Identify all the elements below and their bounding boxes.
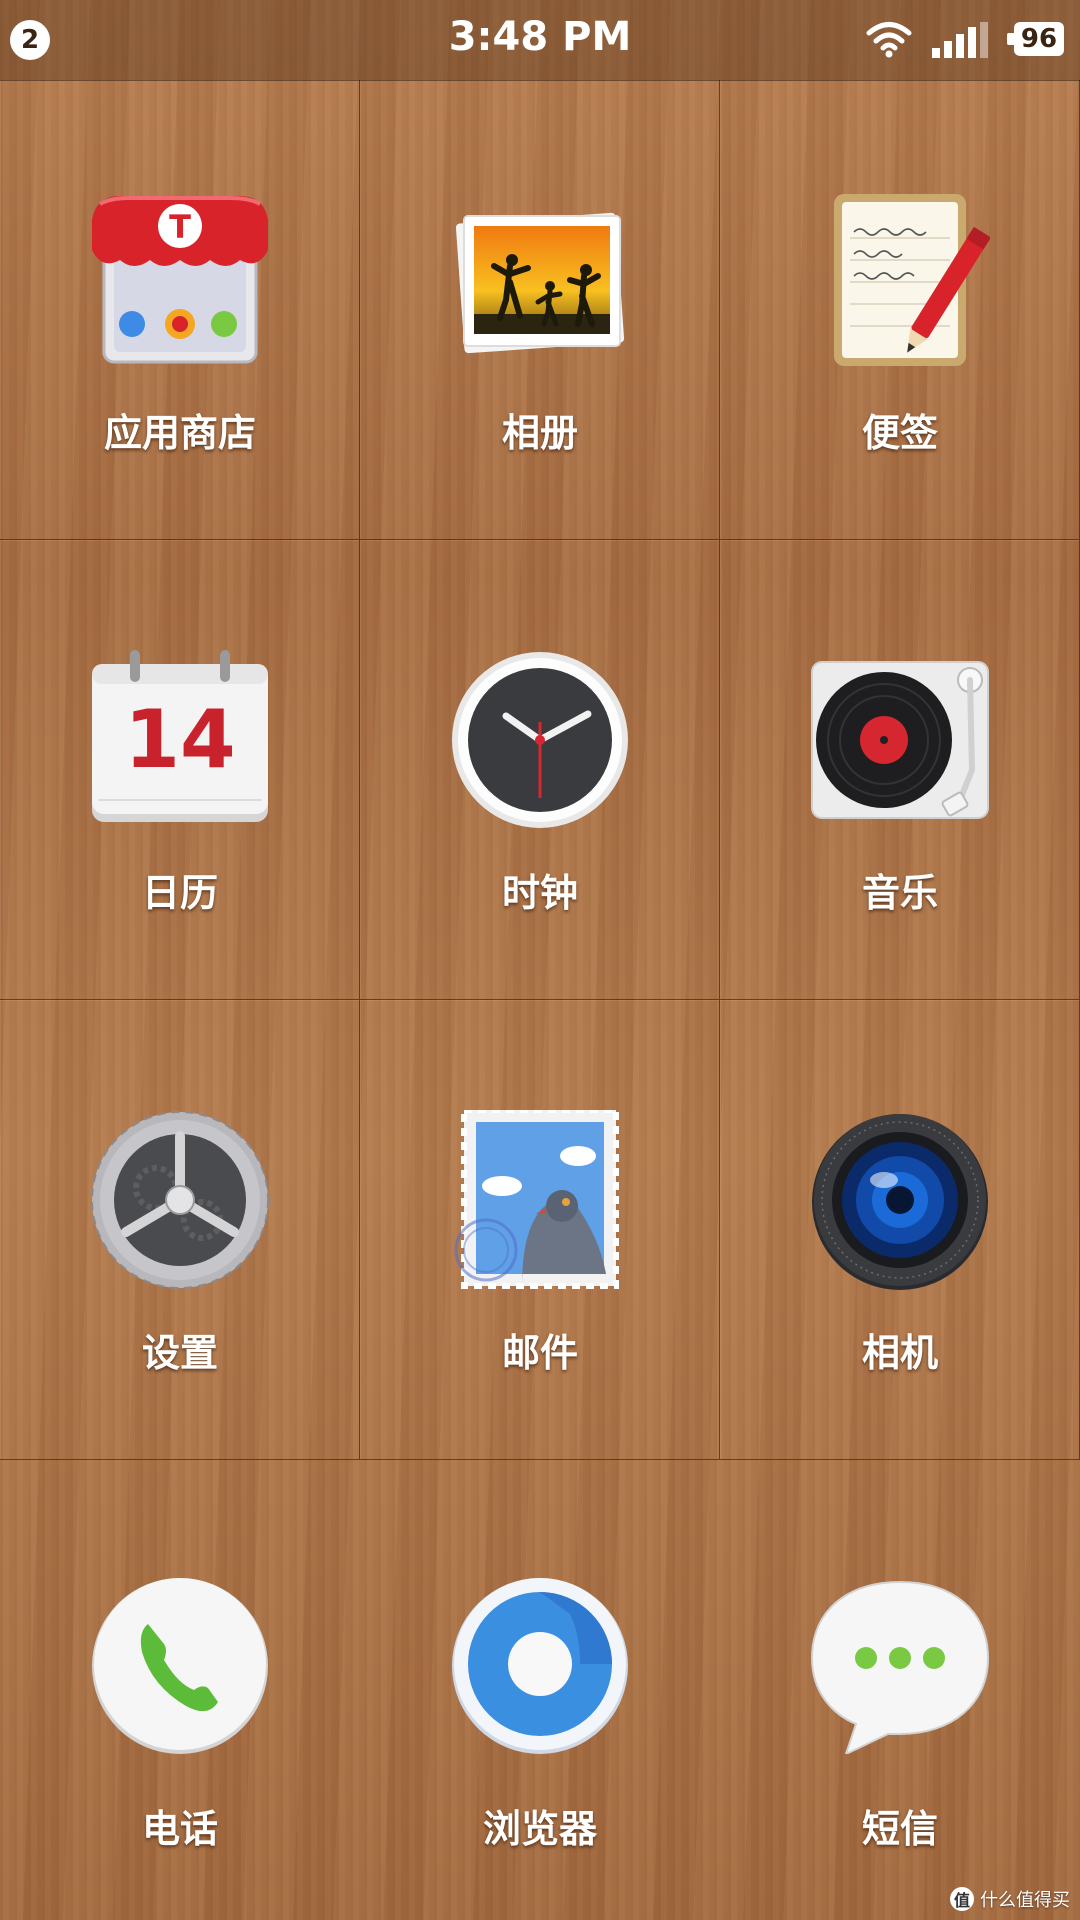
settings-icon [90,1110,270,1290]
settings-tile[interactable]: 设置 [0,1000,360,1460]
app-label: 便签 [861,411,938,455]
app-label: 音乐 [861,871,938,915]
app-label: 相机 [861,1331,938,1375]
app-label: 应用商店 [103,411,256,455]
browser-icon [450,1574,630,1754]
phone-tile[interactable]: 电话 [0,1460,360,1920]
camera-tile[interactable]: 相机 [720,1000,1080,1460]
music-icon [810,650,990,830]
photos-icon [450,190,630,370]
app-label: 短信 [861,1807,938,1851]
watermark-logo-icon: 值 [950,1887,974,1911]
calendar-date: 14 [124,693,236,786]
app-label: 日历 [141,871,218,915]
browser-tile[interactable]: 浏览器 [360,1460,720,1920]
battery-icon: 96 [1007,22,1064,56]
camera-icon [810,1110,990,1290]
phone-icon [90,1574,270,1754]
app-label: 设置 [141,1331,218,1375]
app-store-icon: T [90,190,270,370]
clock-tile[interactable]: 时钟 [360,540,720,1000]
dock: 电话 浏览器 短信 [0,1460,1080,1920]
music-tile[interactable]: 音乐 [720,540,1080,1000]
app-label: 时钟 [501,871,578,915]
app-grid: T 应用商店 相册 便签 14 日历 时钟 音乐 设置 邮件 相机 [0,80,1080,1460]
status-bar[interactable]: 2 3:48 PM 96 [0,0,1080,81]
watermark: 值 什么值得买 [950,1886,1070,1912]
wifi-icon [866,22,912,58]
app-label: 浏览器 [482,1807,597,1851]
messages-icon [810,1574,990,1754]
app-label: 电话 [141,1807,218,1851]
notes-tile[interactable]: 便签 [720,80,1080,540]
svg-text:T: T [169,208,191,246]
notes-icon [810,190,990,370]
clock-icon [450,650,630,830]
calendar-tile[interactable]: 14 日历 [0,540,360,1000]
mail-tile[interactable]: 邮件 [360,1000,720,1460]
app-label: 邮件 [501,1331,578,1375]
signal-icon [932,22,988,58]
app-store-tile[interactable]: T 应用商店 [0,80,360,540]
calendar-icon: 14 [90,650,270,830]
status-time: 3:48 PM [448,14,632,60]
messages-tile[interactable]: 短信 [720,1460,1080,1920]
photos-tile[interactable]: 相册 [360,80,720,540]
watermark-text: 什么值得买 [980,1890,1070,1911]
app-label: 相册 [501,411,578,455]
mail-icon [450,1110,630,1290]
